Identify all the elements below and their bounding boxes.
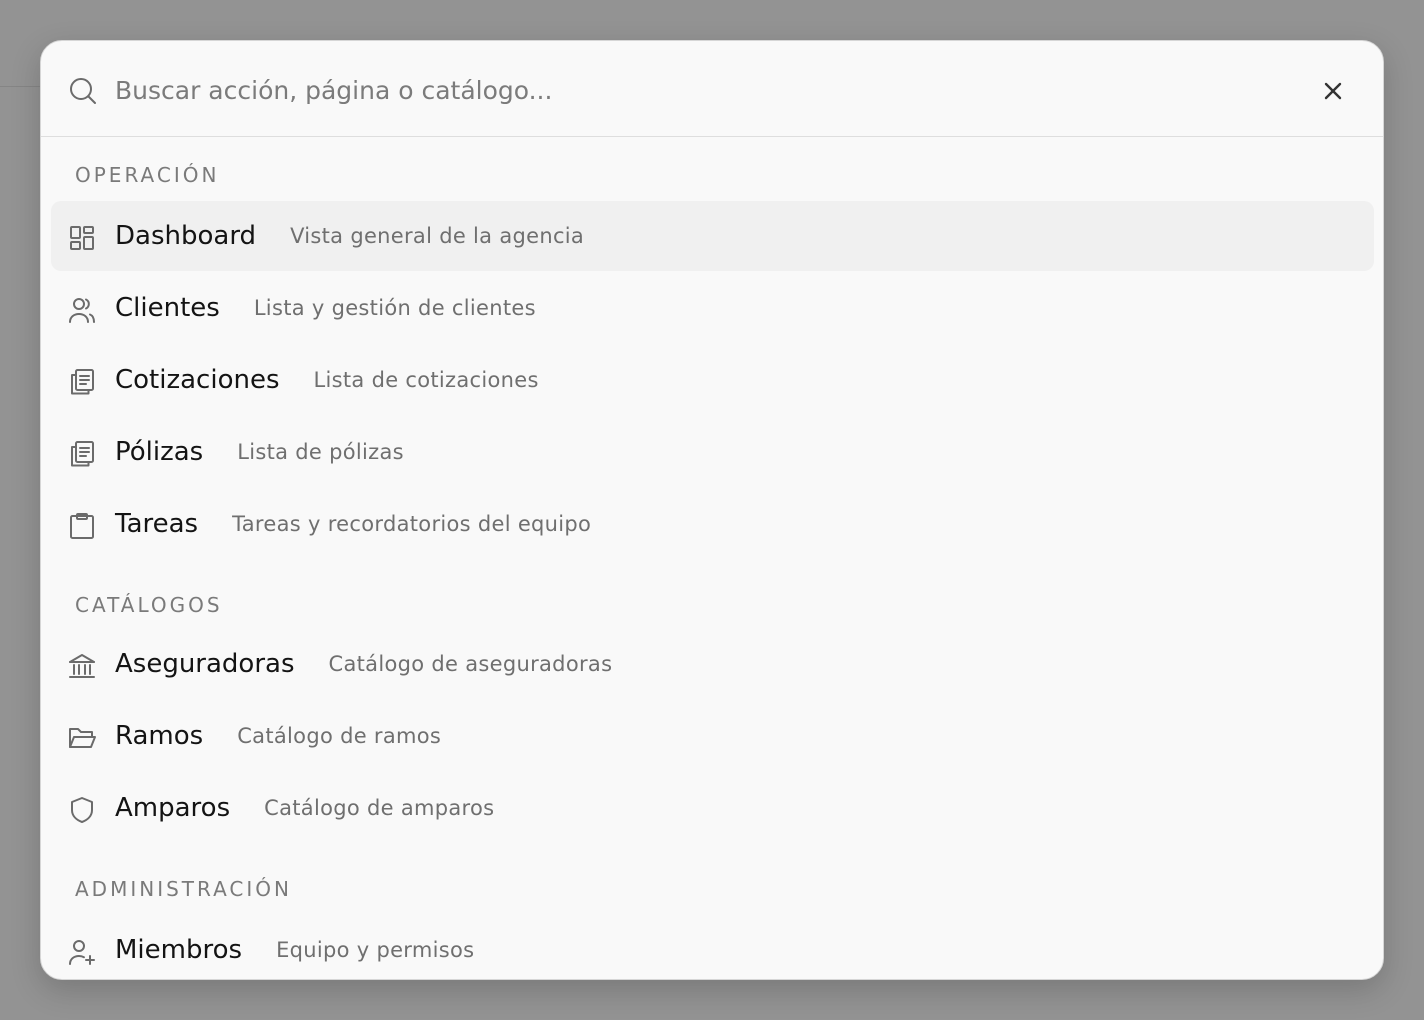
users-icon — [69, 298, 95, 323]
search-icon — [70, 78, 96, 104]
documents-icon — [71, 369, 94, 395]
menu-item-description: Equipo y permisos — [276, 938, 475, 962]
menu-item-dashboard[interactable]: Dashboard Vista general de la agencia — [51, 201, 1374, 271]
close-icon[interactable] — [1317, 75, 1349, 107]
menu-item-clientes[interactable]: Clientes Lista y gestión de clientes — [51, 273, 1374, 343]
search-input[interactable] — [115, 69, 1265, 111]
menu-item-description: Catálogo de amparos — [264, 796, 495, 820]
menu-item-description: Lista y gestión de clientes — [253, 296, 536, 320]
menu-item-ramos[interactable]: Ramos Catálogo de ramos — [51, 701, 1374, 771]
search-bar — [41, 41, 1383, 137]
menu-item-description: Lista de pólizas — [237, 440, 404, 464]
menu-item-description: Catálogo de aseguradoras — [328, 652, 613, 676]
menu-item-label: Tareas — [115, 509, 199, 539]
section-label-administracion: ADMINISTRACIÓN — [75, 877, 292, 901]
menu-item-aseguradoras[interactable]: Aseguradoras Catálogo de aseguradoras — [51, 629, 1374, 699]
menu-item-cotizaciones[interactable]: Cotizaciones Lista de cotizaciones — [51, 345, 1374, 415]
command-palette: OPERACIÓN Dashboard Vista general de la … — [40, 40, 1384, 980]
menu-item-description: Tareas y recordatorios del equipo — [232, 512, 592, 536]
section-label-catalogos: CATÁLOGOS — [75, 593, 223, 617]
menu-item-description: Vista general de la agencia — [290, 224, 585, 248]
menu-item-label: Aseguradoras — [115, 649, 295, 679]
menu-item-polizas[interactable]: Pólizas Lista de pólizas — [51, 417, 1374, 487]
menu-item-label: Cotizaciones — [115, 365, 280, 395]
menu-item-description: Catálogo de ramos — [237, 724, 442, 748]
menu-item-label: Dashboard — [115, 221, 257, 251]
menu-item-description: Lista de cotizaciones — [313, 368, 539, 392]
dashboard-icon — [70, 226, 94, 250]
shield-icon — [71, 797, 93, 823]
menu-item-miembros[interactable]: Miembros Equipo y permisos — [51, 915, 1374, 979]
folder-open-icon — [69, 728, 96, 748]
menu-item-tareas[interactable]: Tareas Tareas y recordatorios del equipo — [51, 489, 1374, 559]
bank-icon — [69, 654, 95, 678]
menu-item-amparos[interactable]: Amparos Catálogo de amparos — [51, 773, 1374, 843]
menu-item-label: Miembros — [115, 935, 243, 965]
documents-icon — [71, 441, 94, 467]
clipboard-icon — [70, 513, 94, 539]
menu-item-label: Clientes — [115, 293, 220, 323]
menu-item-label: Pólizas — [115, 437, 204, 467]
menu-item-label: Ramos — [115, 721, 204, 751]
user-plus-icon — [69, 940, 95, 965]
menu-item-label: Amparos — [115, 793, 231, 823]
background-divider — [0, 86, 40, 87]
section-label-operacion: OPERACIÓN — [75, 163, 220, 187]
